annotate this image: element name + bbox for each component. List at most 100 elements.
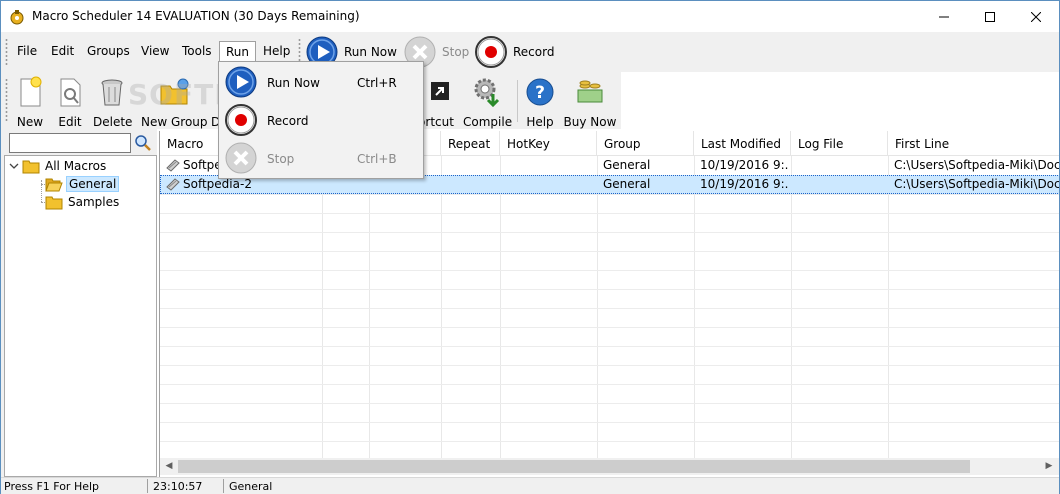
horizontal-scrollbar[interactable]: ◀ ▶ (160, 458, 1059, 475)
compile-label: Compile (463, 115, 513, 129)
close-icon (1031, 11, 1041, 22)
menu-groups[interactable]: Groups (87, 44, 130, 58)
status-divider (223, 479, 224, 493)
grid-line (160, 270, 1059, 271)
search-icon[interactable] (134, 134, 152, 152)
edit-label: Edit (58, 115, 82, 129)
menu-help[interactable]: Help (263, 44, 290, 58)
chevron-down-icon[interactable] (9, 161, 19, 171)
grid-line (160, 213, 1059, 214)
menu-item-label: Stop (267, 152, 295, 166)
stop-icon (225, 142, 257, 174)
compile-button[interactable]: Compile (463, 76, 513, 129)
column-header-hotkey[interactable]: HotKey (500, 131, 597, 156)
menu-tools[interactable]: Tools (182, 44, 212, 58)
scroll-right-icon[interactable]: ▶ (1043, 461, 1055, 472)
stop-label: Stop (442, 45, 470, 59)
status-divider (147, 479, 148, 493)
record-icon (225, 104, 257, 136)
open-folder-icon (45, 178, 63, 192)
scrollbar-thumb[interactable] (178, 460, 970, 473)
grid-line (888, 156, 889, 458)
grid-line (160, 194, 1059, 195)
column-header-log-file[interactable]: Log File (791, 131, 888, 156)
status-group: General (229, 480, 273, 493)
buy-now-label: Buy Now (563, 115, 617, 129)
column-header-repeat[interactable]: Repeat (441, 131, 500, 156)
scroll-left-icon[interactable]: ◀ (163, 461, 175, 472)
tree-node-all-macros[interactable]: All Macros (9, 157, 108, 175)
tree-node-general[interactable]: General (45, 175, 120, 193)
maximize-button[interactable] (967, 1, 1013, 32)
column-header-first-line[interactable]: First Line (888, 131, 1059, 156)
svg-text:?: ? (535, 83, 545, 103)
compile-gear-icon (474, 78, 500, 108)
cell-macro: Softpedia-2 (183, 177, 252, 191)
grid-line (791, 156, 792, 458)
menu-file[interactable]: File (17, 44, 37, 58)
folder-icon (22, 160, 40, 174)
run-menu-dropdown: Run Now Ctrl+R Record Stop Ctrl+B (218, 61, 424, 179)
new-label: New (16, 115, 44, 129)
help-question-icon: ? (526, 78, 554, 106)
run-now-label: Run Now (344, 45, 397, 59)
buy-now-button[interactable]: Buy Now (563, 76, 617, 129)
close-button[interactable] (1013, 1, 1059, 32)
macro-list: Macro Repeat HotKey Group Last Modified … (159, 131, 1059, 477)
grid-line (160, 422, 1059, 423)
grid-line (694, 156, 695, 458)
run-menu-record[interactable]: Record (221, 102, 421, 138)
macro-script-icon (166, 159, 180, 172)
menu-edit[interactable]: Edit (51, 44, 74, 58)
minimize-icon (939, 16, 949, 17)
status-hint: Press F1 For Help (4, 480, 100, 493)
play-icon (225, 66, 257, 98)
column-header-group[interactable]: Group (597, 131, 694, 156)
group-tree[interactable]: All Macros General Samples (4, 155, 157, 477)
new-button[interactable]: New (15, 76, 45, 129)
run-menu-stop[interactable]: Stop Ctrl+B (221, 140, 421, 176)
toolbar-separator (517, 80, 518, 122)
tree-label: General (66, 176, 120, 192)
cell-group: General (603, 177, 651, 191)
cell-last-modified: 10/19/2016 9:... (700, 158, 788, 172)
toolbar-grip (5, 78, 8, 122)
menu-view[interactable]: View (141, 44, 169, 58)
folder-icon (45, 196, 63, 210)
menu-grip (5, 38, 8, 66)
delete-button[interactable]: Delete (93, 76, 133, 129)
trash-icon (101, 79, 123, 106)
tree-label: Samples (68, 195, 120, 209)
shortcut-icon (431, 82, 449, 100)
menu-item-label: Run Now (267, 76, 320, 90)
cell-first-line: C:\Users\Softpedia-Miki\Docur (894, 158, 1059, 172)
minimize-button[interactable] (921, 1, 967, 32)
tree-node-samples[interactable]: Samples (45, 193, 121, 211)
search-input[interactable] (9, 133, 131, 153)
run-menu-run-now[interactable]: Run Now Ctrl+R (221, 64, 421, 100)
grid-line (160, 346, 1059, 347)
column-header-last-modified[interactable]: Last Modified (694, 131, 791, 156)
window-title: Macro Scheduler 14 EVALUATION (30 Days R… (32, 9, 360, 23)
new-group-label: New Group (141, 115, 208, 129)
grid-line (160, 403, 1059, 404)
menu-run[interactable]: Run (219, 41, 257, 63)
grid-line (160, 384, 1059, 385)
new-document-icon (20, 76, 42, 107)
toolbar-empty-area (621, 72, 1059, 129)
grid-line (160, 327, 1059, 328)
record-button[interactable]: Record (475, 36, 554, 68)
delete-label: Delete (93, 115, 133, 129)
status-bar: Press F1 For Help 23:10:57 General (1, 477, 1059, 494)
maximize-icon (985, 11, 995, 22)
menu-item-shortcut: Ctrl+B (357, 152, 397, 166)
record-label: Record (513, 45, 555, 59)
edit-button[interactable]: Edit (55, 76, 85, 129)
menu-item-label: Record (267, 114, 309, 128)
help-button[interactable]: ? Help (523, 76, 557, 129)
macro-script-icon (166, 178, 180, 191)
grid-line (369, 156, 370, 458)
money-icon (577, 80, 603, 103)
cell-last-modified: 10/19/2016 9:... (700, 177, 788, 191)
grid-line (160, 308, 1059, 309)
